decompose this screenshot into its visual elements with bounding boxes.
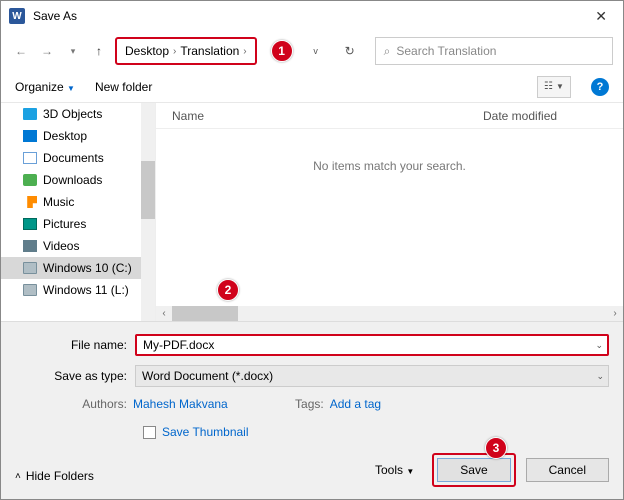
save-thumbnail-checkbox[interactable] [143,426,156,439]
tree-scrollbar-thumb[interactable] [141,161,155,219]
annotation-2: 2 [217,279,239,301]
hide-folders-toggle[interactable]: ˄ Hide Folders [15,469,94,483]
folder-tree[interactable]: 3D Objects Desktop Documents Downloads M… [1,103,156,321]
breadcrumb[interactable]: Desktop › Translation › [115,37,257,65]
tags-label: Tags: [268,397,324,411]
tools-menu[interactable]: Tools ▼ [375,463,414,477]
chevron-right-icon: › [173,46,176,57]
documents-icon [23,152,37,164]
tree-item-music[interactable]: Music [1,191,155,213]
cancel-button[interactable]: Cancel [526,458,609,482]
annotation-3: 3 [485,437,507,459]
tags-value[interactable]: Add a tag [330,397,381,411]
empty-message: No items match your search. [156,159,623,173]
tree-item-pictures[interactable]: Pictures [1,213,155,235]
chevron-up-icon: ˄ [15,471,21,482]
tree-item-drive-l[interactable]: Windows 11 (L:) [1,279,155,301]
search-placeholder: Search Translation [396,44,496,58]
chevron-down-icon[interactable]: ⌄ [596,371,604,382]
view-icon: ☷ [544,81,553,92]
column-date[interactable]: Date modified [483,109,623,123]
tree-item-3d-objects[interactable]: 3D Objects [1,103,155,125]
organize-menu[interactable]: Organize ▼ [15,80,75,94]
authors-label: Authors: [71,397,127,411]
search-input[interactable]: ⌕ Search Translation [375,37,613,65]
search-icon: ⌕ [384,44,391,59]
downloads-icon [23,174,37,186]
tree-item-videos[interactable]: Videos [1,235,155,257]
tree-item-drive-c[interactable]: Windows 10 (C:) [1,257,155,279]
new-folder-button[interactable]: New folder [95,80,152,94]
up-icon[interactable]: ↑ [89,41,109,61]
hscroll-thumb[interactable] [172,306,238,321]
refresh-icon[interactable]: ↻ [339,40,361,62]
music-icon [23,196,37,208]
column-name[interactable]: Name [172,109,483,123]
tree-item-documents[interactable]: Documents [1,147,155,169]
drive-icon [23,284,37,296]
file-name-input[interactable]: My-PDF.docx ⌄ [135,334,609,356]
file-hscrollbar[interactable]: ‹ › [156,306,623,321]
save-thumbnail-label[interactable]: Save Thumbnail [162,425,249,439]
recent-dropdown-icon[interactable]: ▾ [63,41,83,61]
scroll-right-icon[interactable]: › [607,308,623,319]
3d-objects-icon [23,108,37,120]
chevron-right-icon: › [243,46,246,57]
view-options-button[interactable]: ☷▼ [537,76,571,98]
pictures-icon [23,218,37,230]
forward-icon: → [37,41,57,61]
help-icon[interactable]: ? [591,78,609,96]
chevron-down-icon[interactable]: ⌄ [595,340,603,351]
file-name-label: File name: [15,338,135,352]
close-icon[interactable]: ✕ [587,4,615,29]
history-dropdown-icon[interactable]: v [305,40,327,62]
annotation-1: 1 [271,40,293,62]
dialog-title: Save As [33,9,77,23]
tree-item-desktop[interactable]: Desktop [1,125,155,147]
back-icon[interactable]: ← [11,41,31,61]
scroll-left-icon[interactable]: ‹ [156,308,172,319]
tree-item-downloads[interactable]: Downloads [1,169,155,191]
breadcrumb-seg[interactable]: Desktop [125,44,169,58]
desktop-icon [23,130,37,142]
save-type-select[interactable]: Word Document (*.docx) ⌄ [135,365,609,387]
drive-icon [23,262,37,274]
save-button[interactable]: Save [437,458,510,482]
authors-value[interactable]: Mahesh Makvana [133,397,228,411]
breadcrumb-seg[interactable]: Translation [180,44,239,58]
save-type-label: Save as type: [15,369,135,383]
videos-icon [23,240,37,252]
word-app-icon: W [9,8,25,24]
